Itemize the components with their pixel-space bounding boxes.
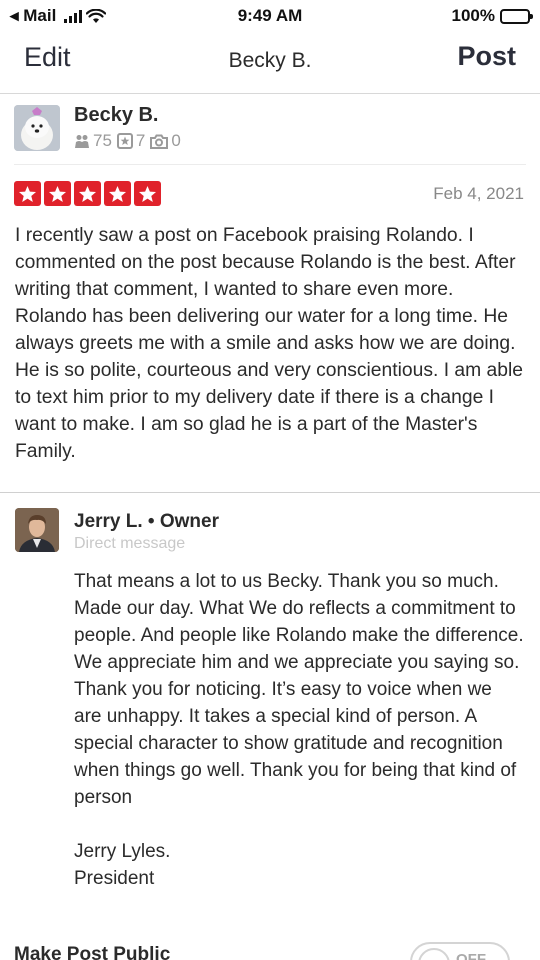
toggle-knob xyxy=(418,948,450,960)
battery-icon xyxy=(500,8,533,24)
reviewer-header: Becky B. 75 7 0 xyxy=(14,100,526,165)
star-icon[interactable] xyxy=(14,181,41,206)
avatar[interactable] xyxy=(14,105,60,151)
nav-bar: Edit Becky B. Post xyxy=(0,32,540,94)
star-rating[interactable] xyxy=(14,181,161,206)
status-bar: ◂ Mail 9:49 AM 100% xyxy=(0,0,540,32)
review-text[interactable]: I recently saw a post on Facebook praisi… xyxy=(15,222,530,465)
make-public-label: Make Post Public xyxy=(14,944,171,960)
reviewer-name[interactable]: Becky B. xyxy=(74,104,159,127)
toggle-text: OFF xyxy=(456,951,486,960)
star-icon[interactable] xyxy=(134,181,161,206)
star-icon[interactable] xyxy=(104,181,131,206)
photos-count: 0 xyxy=(171,131,181,150)
star-icon[interactable] xyxy=(44,181,71,206)
owner-avatar xyxy=(15,508,59,552)
dog-photo-icon xyxy=(14,105,60,151)
star-icon[interactable] xyxy=(74,181,101,206)
photos-stat: 0 xyxy=(150,131,181,151)
make-public-toggle[interactable]: OFF xyxy=(410,942,510,960)
reviewer-stats: 75 7 0 xyxy=(74,131,181,151)
divider xyxy=(0,492,540,493)
reviews-count: 7 xyxy=(135,131,146,150)
post-button[interactable]: Post xyxy=(457,41,516,72)
owner-name: Jerry L. • Owner xyxy=(74,511,219,532)
review-star-icon xyxy=(116,133,133,149)
status-right: 100% xyxy=(451,6,533,26)
owner-reply-text: That means a lot to us Becky. Thank you … xyxy=(74,571,524,889)
friends-count: 75 xyxy=(93,131,112,150)
reviews-stat: 7 xyxy=(116,131,146,151)
friends-icon xyxy=(75,134,89,148)
owner-subtitle: Direct message xyxy=(74,535,186,552)
battery-percent: 100% xyxy=(451,6,495,25)
camera-icon xyxy=(150,134,169,149)
owner-portrait-icon xyxy=(15,508,59,552)
friends-stat: 75 xyxy=(74,131,112,151)
review-date: Feb 4, 2021 xyxy=(433,184,524,203)
